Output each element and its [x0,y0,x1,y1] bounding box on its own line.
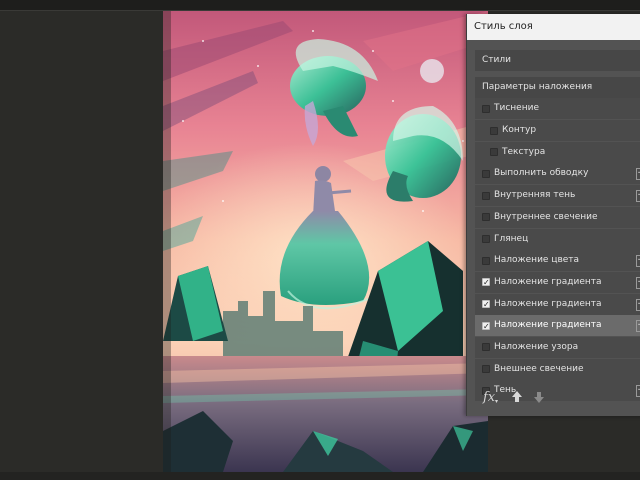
effect-checkbox[interactable]: ✓ [482,300,490,309]
effect-checkbox[interactable] [490,126,498,135]
add-effect-icon[interactable]: + [636,255,640,268]
effect-item[interactable]: Наложение узора [475,336,640,358]
effect-label: Выполнить обводку [494,168,589,179]
effect-item[interactable]: Текстура [475,141,640,163]
effect-item[interactable]: Тиснение [475,98,640,120]
effect-label: Глянец [494,233,529,244]
effect-label: Внешнее свечение [494,363,584,374]
effect-label: Наложение цвета [494,255,580,266]
styles-item[interactable]: Стили [475,50,640,71]
add-effect-icon[interactable]: + [636,320,640,333]
add-effect-icon[interactable]: + [636,190,640,203]
arrow-down-icon[interactable] [533,389,545,409]
add-effect-icon[interactable]: + [636,298,640,311]
add-effect-icon[interactable]: + [636,168,640,181]
effect-label: Внутреннее свечение [494,211,598,222]
effect-label: Тиснение [494,103,539,114]
effects-items: Тиснение Контур Текстура Выполнить обводку +… [475,98,640,402]
effect-checkbox[interactable] [482,365,490,374]
effect-label: Контур [502,125,537,136]
dialog-title: Стиль слоя [467,14,640,40]
effect-label: Текстура [502,146,546,157]
effect-checkbox[interactable] [482,235,490,243]
effect-item[interactable]: ✓ Наложение градиента + [475,315,640,337]
effect-checkbox[interactable] [482,191,490,200]
fx-dropdown-icon: ▾ [495,398,499,405]
artwork-image [163,11,488,472]
effect-label: Внутренняя тень [494,190,576,201]
status-bar [0,472,640,480]
effect-label: Наложение узора [494,341,579,352]
effect-item[interactable]: Внутренняя тень + [475,185,640,207]
effect-checkbox[interactable] [482,213,490,222]
effect-item[interactable]: Внешнее свечение [475,358,640,380]
effect-checkbox[interactable] [482,104,490,113]
effect-checkbox[interactable] [490,148,498,157]
dialog-footer: fx ▾ [475,388,640,412]
effect-item[interactable]: Наложение цвета + [475,250,640,272]
effect-checkbox[interactable] [482,343,490,352]
effect-checkbox[interactable] [482,256,490,265]
effect-item[interactable]: Внутреннее свечение [475,206,640,228]
effect-label: Наложение градиента [494,276,602,287]
blending-options-label: Параметры наложения [482,81,593,92]
effect-checkbox[interactable]: ✓ [482,321,490,330]
effect-item[interactable]: ✓ Наложение градиента + [475,293,640,315]
canvas-artwork[interactable] [163,11,488,472]
effect-checkbox[interactable]: ✓ [482,278,490,287]
styles-label: Стили [482,55,511,65]
effect-item[interactable]: ✓ Наложение градиента + [475,271,640,293]
fx-button[interactable]: fx [483,390,495,405]
add-effect-icon[interactable]: + [636,276,640,289]
arrow-up-icon[interactable] [511,389,523,409]
blending-options-item[interactable]: Параметры наложения [475,76,640,98]
effect-item[interactable]: Глянец [475,228,640,250]
window-top-bar [0,0,640,10]
effect-item[interactable]: Контур [475,120,640,142]
effect-item[interactable]: Выполнить обводку + [475,163,640,185]
effect-label: Наложение градиента [494,298,602,309]
effect-label: Наложение градиента [494,320,602,331]
effect-checkbox[interactable] [482,169,490,178]
effects-list: Стили Параметры наложения Тиснение Контур… [475,50,640,402]
layer-style-dialog: Стиль слоя Стили Параметры наложения Тис… [466,14,640,416]
